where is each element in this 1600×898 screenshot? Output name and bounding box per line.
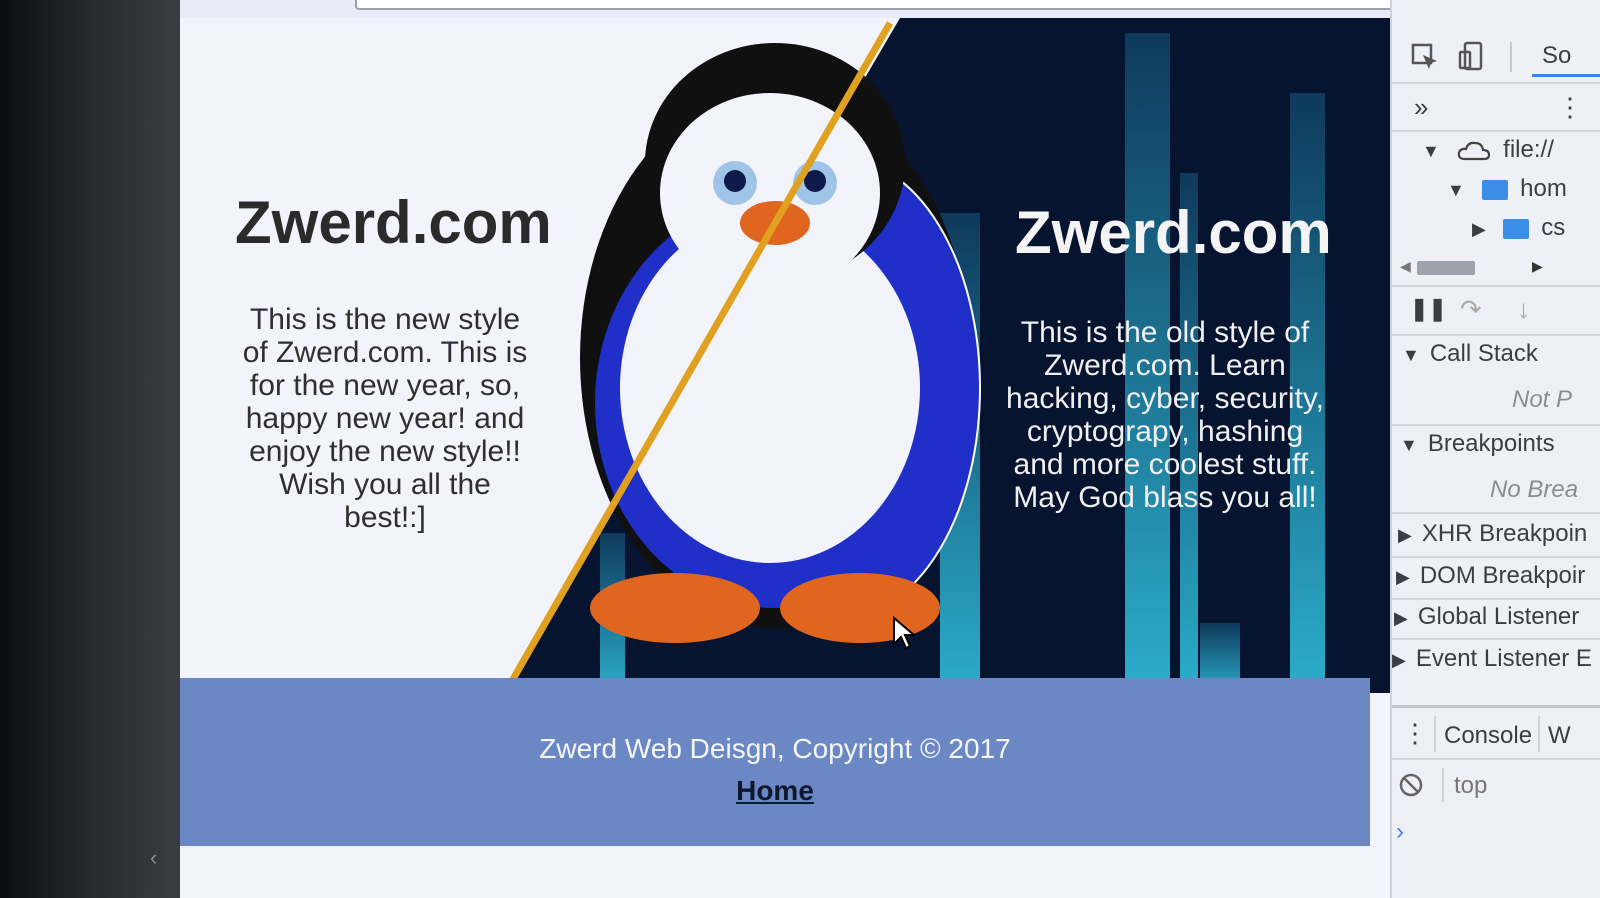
screen: Zwerd.com This is the new style of Zwerd… [180,0,1600,898]
expand-icon: ▼ [1402,345,1420,365]
menu-icon[interactable]: ⋮ [1557,92,1583,123]
hero-section: Zwerd.com This is the new style of Zwerd… [180,18,1395,693]
console-toolbar: top [1392,768,1600,804]
tab-sources-underline [1532,74,1600,77]
devtools-divider [1510,42,1512,72]
tab-sources[interactable]: So [1542,42,1571,70]
step-over-icon[interactable]: ↷ [1460,296,1482,325]
pause-icon[interactable]: ❚❚ [1410,296,1447,322]
breakpoints-status: No Brea [1490,476,1579,503]
chevron-left-icon: ‹ [150,845,158,870]
block-icon[interactable] [1398,772,1424,798]
collapse-icon: ▶ [1472,219,1486,239]
drawer-divider [1434,716,1436,752]
cursor-icon [893,616,916,650]
expand-icon: ▼ [1422,141,1440,161]
navigator-toolbar: » ⋮ [1392,92,1600,126]
collapse-icon: ▶ [1396,567,1410,587]
tab-console[interactable]: Console [1444,722,1532,750]
step-into-icon[interactable]: ↓ [1517,296,1530,325]
expand-icon: ▼ [1447,180,1465,200]
new-style-title: Zwerd.com [235,189,552,256]
web-page: Zwerd.com This is the new style of Zwerd… [180,18,1395,898]
old-style-title: Zwerd.com [1015,199,1332,266]
scrollbar-thumb[interactable] [1417,261,1475,275]
section-label: Global Listener [1417,603,1580,630]
inspect-icon[interactable] [1410,42,1440,72]
console-divider [1442,768,1444,802]
devtools-toolbar: So [1392,38,1600,78]
drawer-menu-icon[interactable]: ⋮ [1402,718,1428,749]
section-label: Call Stack [1429,340,1538,367]
dom-breakpoints-header[interactable]: ▶ DOM Breakpoir [1396,562,1600,594]
collapse-icon: ▶ [1392,650,1406,670]
horizontal-scrollbar[interactable]: ◀ ▶ [1392,258,1600,278]
tree-item-label: file:// [1503,136,1554,163]
tree-item-folder[interactable]: ▼ hom [1447,175,1600,207]
debugger-controls: ❚❚ ↷ ↓ [1392,296,1600,326]
section-label: Breakpoints [1427,430,1555,457]
page-footer: Zwerd Web Deisgn, Copyright © 2017 Home [180,678,1370,846]
tree-item-file[interactable]: ▼ file:// [1422,136,1600,168]
collapse-icon: ▶ [1394,608,1408,628]
more-tabs-icon[interactable]: » [1414,92,1428,123]
drawer-divider [1538,716,1540,752]
call-stack-status: Not P [1512,386,1573,413]
global-listeners-header[interactable]: ▶ Global Listener [1394,603,1600,635]
section-label: DOM Breakpoir [1419,562,1586,589]
context-selector[interactable]: top [1454,772,1487,800]
tree-item-label: hom [1520,175,1567,202]
device-icon[interactable] [1457,40,1487,72]
cloud-icon [1457,141,1490,160]
console-prompt[interactable]: › [1392,818,1600,848]
home-link[interactable]: Home [736,775,814,807]
devtools-panel: So » ⋮ ▼ file:// ▼ hom ▶ cs ◀ ▶ ❚❚ ↷ ↓ ▼… [1390,0,1600,898]
breakpoints-header[interactable]: ▼ Breakpoints [1400,430,1600,464]
address-bar[interactable] [355,0,1455,10]
folder-icon [1481,179,1508,200]
event-listener-breakpoints-header[interactable]: ▶ Event Listener E [1392,645,1600,677]
xhr-breakpoints-header[interactable]: ▶ XHR Breakpoin [1398,520,1600,552]
tree-item-folder[interactable]: ▶ cs [1472,214,1600,246]
new-style-description: This is the new style of Zwerd.com. This… [242,303,528,534]
section-label: Event Listener E [1415,645,1592,672]
folder-icon [1502,218,1529,239]
drawer-toolbar: ⋮ Console W [1392,716,1600,756]
collapse-icon: ▶ [1398,525,1412,545]
call-stack-header[interactable]: ▼ Call Stack [1402,340,1600,374]
old-style-description: This is the old style of Zwerd.com. Lear… [1006,316,1324,514]
section-label: XHR Breakpoin [1421,520,1588,547]
expand-icon: ▼ [1400,435,1418,455]
tree-item-label: cs [1541,214,1566,241]
monitor-bezel: ‹ [0,0,180,898]
tab-next[interactable]: W [1548,722,1571,750]
footer-copyright: Zwerd Web Deisgn, Copyright © 2017 [539,733,1011,764]
prompt-icon: › [1396,818,1404,845]
